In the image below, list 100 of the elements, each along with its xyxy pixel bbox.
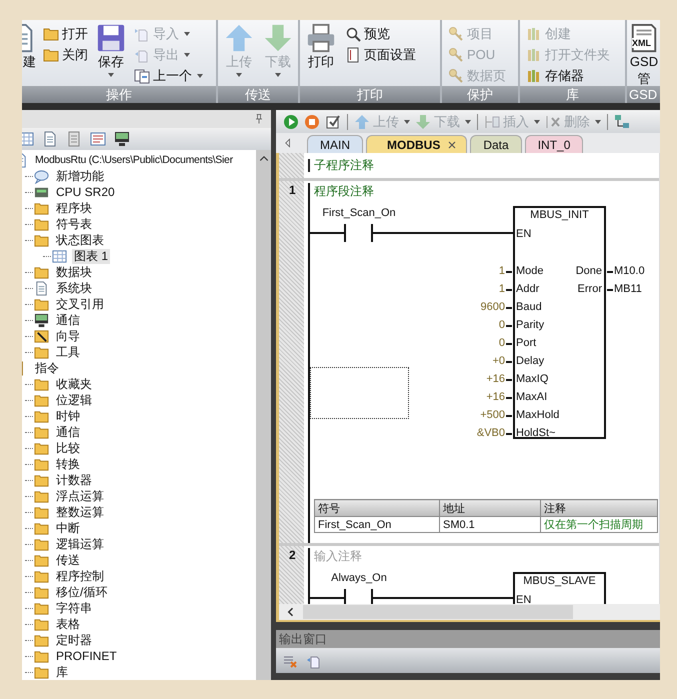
comment-text[interactable]: 子程序注释 — [314, 157, 374, 174]
books-icon — [526, 46, 542, 62]
input-value: +0 — [492, 354, 505, 369]
tab[interactable]: INT_0 — [524, 135, 584, 153]
scrollbar[interactable] — [256, 150, 271, 680]
folder-icon — [34, 536, 49, 552]
pin-label: Delay — [516, 354, 544, 369]
folder-icon — [34, 392, 49, 408]
function-block[interactable] — [513, 206, 606, 439]
tree-item[interactable]: 状态图表 — [54, 232, 106, 248]
page-icon — [345, 46, 361, 62]
input-value: +16 — [486, 390, 505, 405]
folder-icon — [34, 504, 49, 520]
tree-item[interactable]: 通信 — [54, 424, 82, 440]
tree-item[interactable]: 转换 — [54, 456, 82, 472]
folder-icon — [34, 216, 49, 232]
comment-text[interactable]: 程序段注释 — [314, 183, 374, 200]
output-value: M10.0 — [614, 264, 645, 279]
block-title: MBUS_INIT — [529, 208, 590, 222]
toolbar-button[interactable] — [88, 130, 108, 148]
toolbar-button[interactable]: XML GSD 管 — [629, 23, 659, 86]
toolbar-button[interactable] — [324, 114, 342, 130]
tree-item[interactable]: 比较 — [54, 440, 82, 456]
toolbar-button[interactable]: 保存 — [94, 23, 128, 77]
input-value: +16 — [486, 372, 505, 387]
input-value: 1 — [498, 282, 505, 297]
tab[interactable]: MODBUS — [366, 135, 468, 153]
toolbar-button[interactable] — [112, 130, 132, 148]
tree-item[interactable]: 数据块 — [54, 264, 94, 280]
tree-item[interactable]: PROFINET — [54, 648, 119, 664]
toolbar-button[interactable]: 建 — [22, 23, 37, 70]
menu-button[interactable]: 预览 — [343, 23, 418, 44]
tree-item[interactable]: 位逻辑 — [54, 392, 94, 408]
menu-button[interactable]: 关闭 — [41, 44, 90, 65]
pin-label: Baud — [516, 300, 542, 315]
input-value: 0 — [498, 336, 505, 351]
folder-icon — [34, 584, 49, 600]
list-icon — [90, 131, 106, 147]
group-label: 打印 — [300, 86, 440, 103]
tree-item[interactable]: 图表 1 — [72, 248, 110, 264]
tree-item[interactable]: 符号表 — [54, 216, 94, 232]
folder-icon — [34, 456, 49, 472]
toolbar-button[interactable]: 打印 — [304, 23, 338, 70]
contact-symbol[interactable] — [344, 224, 373, 242]
insert-icon — [484, 114, 500, 130]
folder-icon — [34, 472, 49, 488]
printer-icon — [306, 23, 336, 53]
panel-title: 输出窗口 — [279, 630, 327, 648]
tree-item[interactable]: ModbusRtu (C:\Users\Public\Documents\Sier — [33, 152, 235, 168]
caret-icon — [236, 73, 242, 77]
speech-bubble-icon — [34, 168, 49, 184]
caret-icon — [184, 52, 190, 56]
tab[interactable]: MAIN — [307, 135, 363, 153]
pin-label: Addr — [516, 282, 540, 297]
books-icon — [526, 68, 542, 84]
tree-item[interactable]: 浮点运算 — [54, 488, 106, 504]
tree-item[interactable]: 时钟 — [54, 408, 82, 424]
tree-item[interactable]: 工具 — [54, 344, 82, 360]
table-icon — [52, 248, 67, 264]
pin-label: MaxHold — [516, 408, 560, 423]
down-arrow-icon — [415, 114, 431, 130]
scrollbar[interactable] — [276, 604, 660, 622]
tree-item[interactable]: 字符串 — [54, 600, 94, 616]
menu-button[interactable]: 上一个 — [132, 65, 205, 86]
tree-item[interactable]: 定时器 — [54, 632, 94, 648]
caret-icon — [465, 120, 471, 124]
pin-label: Parity — [516, 318, 544, 333]
column-header: 符号 — [314, 500, 440, 516]
menu-button[interactable]: 打开 — [41, 23, 90, 44]
pin-label: HoldSt~ — [516, 426, 556, 441]
tree-item[interactable]: 通信 — [54, 312, 82, 328]
tree-item[interactable]: 计数器 — [54, 472, 94, 488]
tree-item[interactable]: 表格 — [54, 616, 82, 632]
tree-item[interactable]: 新增功能 — [54, 168, 106, 184]
tree-item[interactable]: 向导 — [54, 328, 82, 344]
input-value: 9600 — [480, 300, 505, 315]
tree-item[interactable]: 逻辑运算 — [54, 536, 106, 552]
toolbar-button[interactable] — [613, 114, 631, 130]
tree-item[interactable]: 传送 — [54, 552, 82, 568]
tab[interactable]: Data — [470, 135, 522, 153]
folder-icon — [34, 232, 49, 248]
tree-item[interactable]: 库 — [54, 664, 70, 680]
tree-item[interactable]: 程序块 — [54, 200, 94, 216]
tree-item[interactable]: CPU SR20 — [54, 184, 117, 200]
tree-item[interactable]: 交叉引用 — [54, 296, 106, 312]
tree-item[interactable]: 移位/循环 — [54, 584, 110, 600]
caret-icon — [184, 32, 190, 36]
folder-icon — [34, 424, 49, 440]
menu-button[interactable]: 页面设置 — [343, 44, 418, 65]
document-icon — [134, 68, 150, 84]
menu-button[interactable]: 存储器 — [524, 65, 612, 86]
tree-item[interactable]: 系统块 — [54, 280, 94, 296]
key-icon — [448, 26, 464, 42]
folder-icon — [34, 408, 49, 424]
tree-item[interactable]: 整数运算 — [54, 504, 106, 520]
tree-item[interactable]: 中断 — [54, 520, 82, 536]
tree-item[interactable]: 收藏夹 — [54, 376, 94, 392]
folder-icon — [34, 344, 49, 360]
tree-item[interactable]: 指令 — [33, 360, 61, 376]
tree-item[interactable]: 程序控制 — [54, 568, 106, 584]
